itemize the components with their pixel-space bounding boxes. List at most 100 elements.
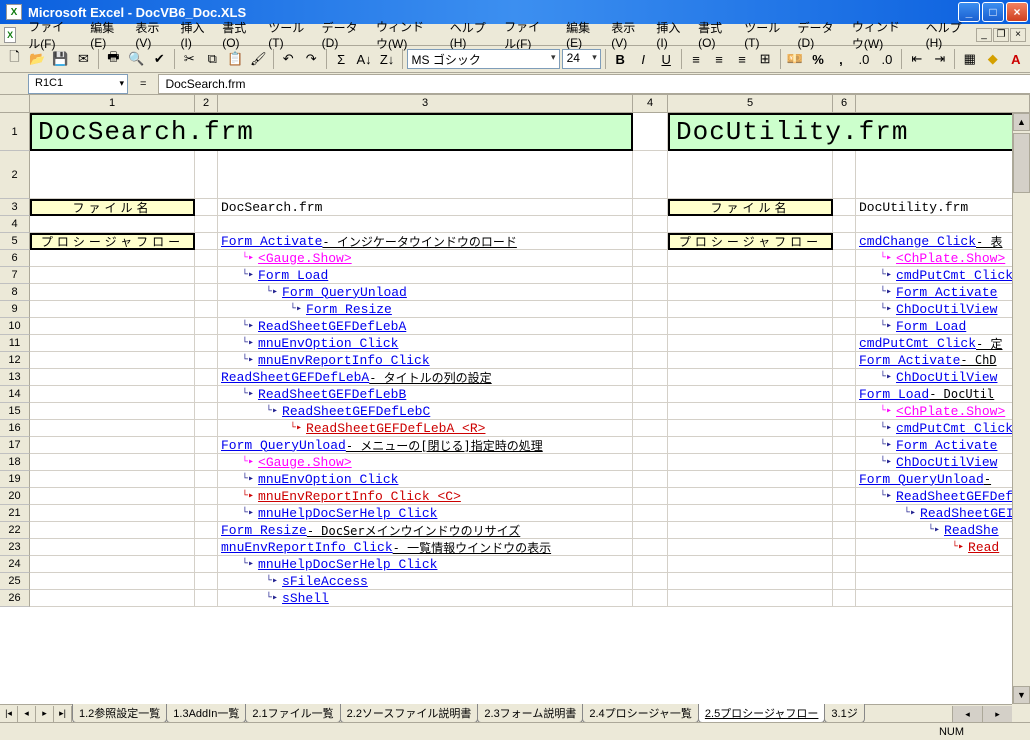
scroll-up-icon[interactable]: ▲: [1013, 113, 1030, 131]
underline-icon[interactable]: U: [656, 48, 677, 70]
cell[interactable]: [30, 488, 195, 505]
cell[interactable]: [195, 471, 218, 488]
row-header[interactable]: 19: [0, 471, 30, 488]
procedure-flow-cell[interactable]: └▸mnuEnvOption_Click: [218, 335, 633, 352]
decrease-indent-icon[interactable]: ⇤: [906, 48, 927, 70]
cell[interactable]: [668, 505, 833, 522]
procedure-flow-cell[interactable]: └▸Form_Activate: [856, 284, 1030, 301]
cell[interactable]: [30, 250, 195, 267]
cell[interactable]: [633, 573, 668, 590]
cell[interactable]: [195, 386, 218, 403]
cell[interactable]: [833, 437, 856, 454]
cell[interactable]: [195, 216, 218, 233]
bold-icon[interactable]: B: [610, 48, 631, 70]
menu-item[interactable]: ヘルプ(H): [446, 17, 492, 52]
font-size-select[interactable]: 24: [562, 49, 601, 69]
procedure-flow-cell[interactable]: └▸ReadSheetGEFDefLebB: [218, 386, 633, 403]
cell[interactable]: [833, 233, 856, 250]
cell[interactable]: [633, 113, 668, 151]
cell[interactable]: [633, 539, 668, 556]
menu-item[interactable]: データ(D): [794, 17, 840, 52]
procedure-link[interactable]: Form_Activate: [859, 353, 960, 368]
procedure-flow-cell[interactable]: └▸Form_Load: [856, 318, 1030, 335]
cell[interactable]: [30, 420, 195, 437]
sheet-tab[interactable]: 2.2ソースファイル説明書: [340, 704, 479, 723]
cell[interactable]: [668, 267, 833, 284]
column-header[interactable]: 3: [218, 95, 633, 112]
spellcheck-icon[interactable]: ✔: [149, 48, 170, 70]
cell[interactable]: [30, 369, 195, 386]
cell[interactable]: [195, 250, 218, 267]
scroll-down-icon[interactable]: ▼: [1013, 686, 1030, 704]
cell[interactable]: [633, 216, 668, 233]
procedure-link[interactable]: cmdPutCmt_Click: [896, 421, 1013, 436]
procedure-link[interactable]: ChDocUtilView: [896, 455, 997, 470]
cell[interactable]: [195, 420, 218, 437]
doc-close-button[interactable]: ×: [1010, 28, 1026, 42]
procedure-flow-cell[interactable]: └▸mnuHelpDocSerHelp_Click: [218, 556, 633, 573]
procedure-link[interactable]: Form_Load: [859, 387, 929, 402]
cell[interactable]: [30, 505, 195, 522]
column-header[interactable]: 4: [633, 95, 668, 112]
cell[interactable]: [833, 318, 856, 335]
increase-decimal-icon[interactable]: .0: [853, 48, 874, 70]
cell[interactable]: [30, 539, 195, 556]
procedure-flow-cell[interactable]: └▸ChDocUtilView: [856, 301, 1030, 318]
cell[interactable]: [833, 216, 856, 233]
procedure-link[interactable]: sShell: [282, 591, 329, 606]
cell[interactable]: [856, 151, 1030, 199]
procedure-flow-cell[interactable]: cmdChange_Click - 表: [856, 233, 1030, 250]
menu-item[interactable]: 挿入(I): [652, 17, 686, 52]
module-title-right[interactable]: DocUtility.frm: [668, 113, 1030, 151]
row-header[interactable]: 7: [0, 267, 30, 284]
paste-icon[interactable]: 📋: [225, 48, 246, 70]
procedure-flow-cell[interactable]: └▸mnuHelpDocSerHelp_Click: [218, 505, 633, 522]
procedure-link[interactable]: cmdPutCmt_Click: [859, 336, 976, 351]
doc-minimize-button[interactable]: _: [976, 28, 992, 42]
cell[interactable]: [833, 488, 856, 505]
cell[interactable]: [833, 301, 856, 318]
procedure-flow-cell[interactable]: └▸<ChPlate.Show>: [856, 403, 1030, 420]
procedure-flow-cell[interactable]: └▸ReadSheetGEFDefI: [856, 488, 1030, 505]
procedure-link[interactable]: mnuEnvOption_Click: [258, 336, 398, 351]
cell[interactable]: [633, 386, 668, 403]
procedure-link[interactable]: Form_Load: [896, 319, 966, 334]
undo-icon[interactable]: ↶: [278, 48, 299, 70]
procedure-flow-cell[interactable]: └▸Form_QueryUnload: [218, 284, 633, 301]
sort-asc-icon[interactable]: A↓: [354, 48, 375, 70]
procedure-link[interactable]: <Gauge.Show>: [258, 251, 352, 266]
cell[interactable]: [633, 556, 668, 573]
cell[interactable]: [856, 590, 1030, 607]
cell[interactable]: [30, 335, 195, 352]
sheet-tab[interactable]: 3.1ジ: [824, 704, 864, 723]
procedure-flow-cell[interactable]: Form_Load - DocUtil: [856, 386, 1030, 403]
procedure-link[interactable]: ReadSheetGEI: [920, 506, 1014, 521]
cell[interactable]: [668, 335, 833, 352]
cell[interactable]: [668, 301, 833, 318]
cell[interactable]: [633, 267, 668, 284]
file-label-right[interactable]: ファイル名: [668, 199, 833, 216]
preview-icon[interactable]: 🔍: [126, 48, 147, 70]
procedure-flow-cell[interactable]: └▸mnuEnvReportInfo_Click: [218, 352, 633, 369]
cell[interactable]: [833, 522, 856, 539]
row-header[interactable]: 6: [0, 250, 30, 267]
cell[interactable]: [195, 369, 218, 386]
cell[interactable]: [195, 556, 218, 573]
procedure-link[interactable]: mnuEnvReportInfo_Click: [258, 353, 430, 368]
cell[interactable]: [668, 403, 833, 420]
redo-icon[interactable]: ↷: [301, 48, 322, 70]
merge-icon[interactable]: ⊞: [755, 48, 776, 70]
row-header[interactable]: 1: [0, 113, 30, 151]
procedure-link[interactable]: Form_Resize: [221, 523, 307, 538]
procedure-flow-cell[interactable]: └▸<ChPlate.Show>: [856, 250, 1030, 267]
cell[interactable]: [195, 437, 218, 454]
italic-icon[interactable]: I: [633, 48, 654, 70]
procedure-link[interactable]: ChDocUtilView: [896, 302, 997, 317]
borders-icon[interactable]: ▦: [959, 48, 980, 70]
file-label-left[interactable]: ファイル名: [30, 199, 195, 216]
save-icon[interactable]: 💾: [50, 48, 71, 70]
column-header[interactable]: 5: [668, 95, 833, 112]
procedure-flow-cell[interactable]: └▸mnuEnvReportInfo_Click <C>: [218, 488, 633, 505]
menu-item[interactable]: 書式(O): [218, 17, 256, 52]
row-header[interactable]: 3: [0, 199, 30, 216]
